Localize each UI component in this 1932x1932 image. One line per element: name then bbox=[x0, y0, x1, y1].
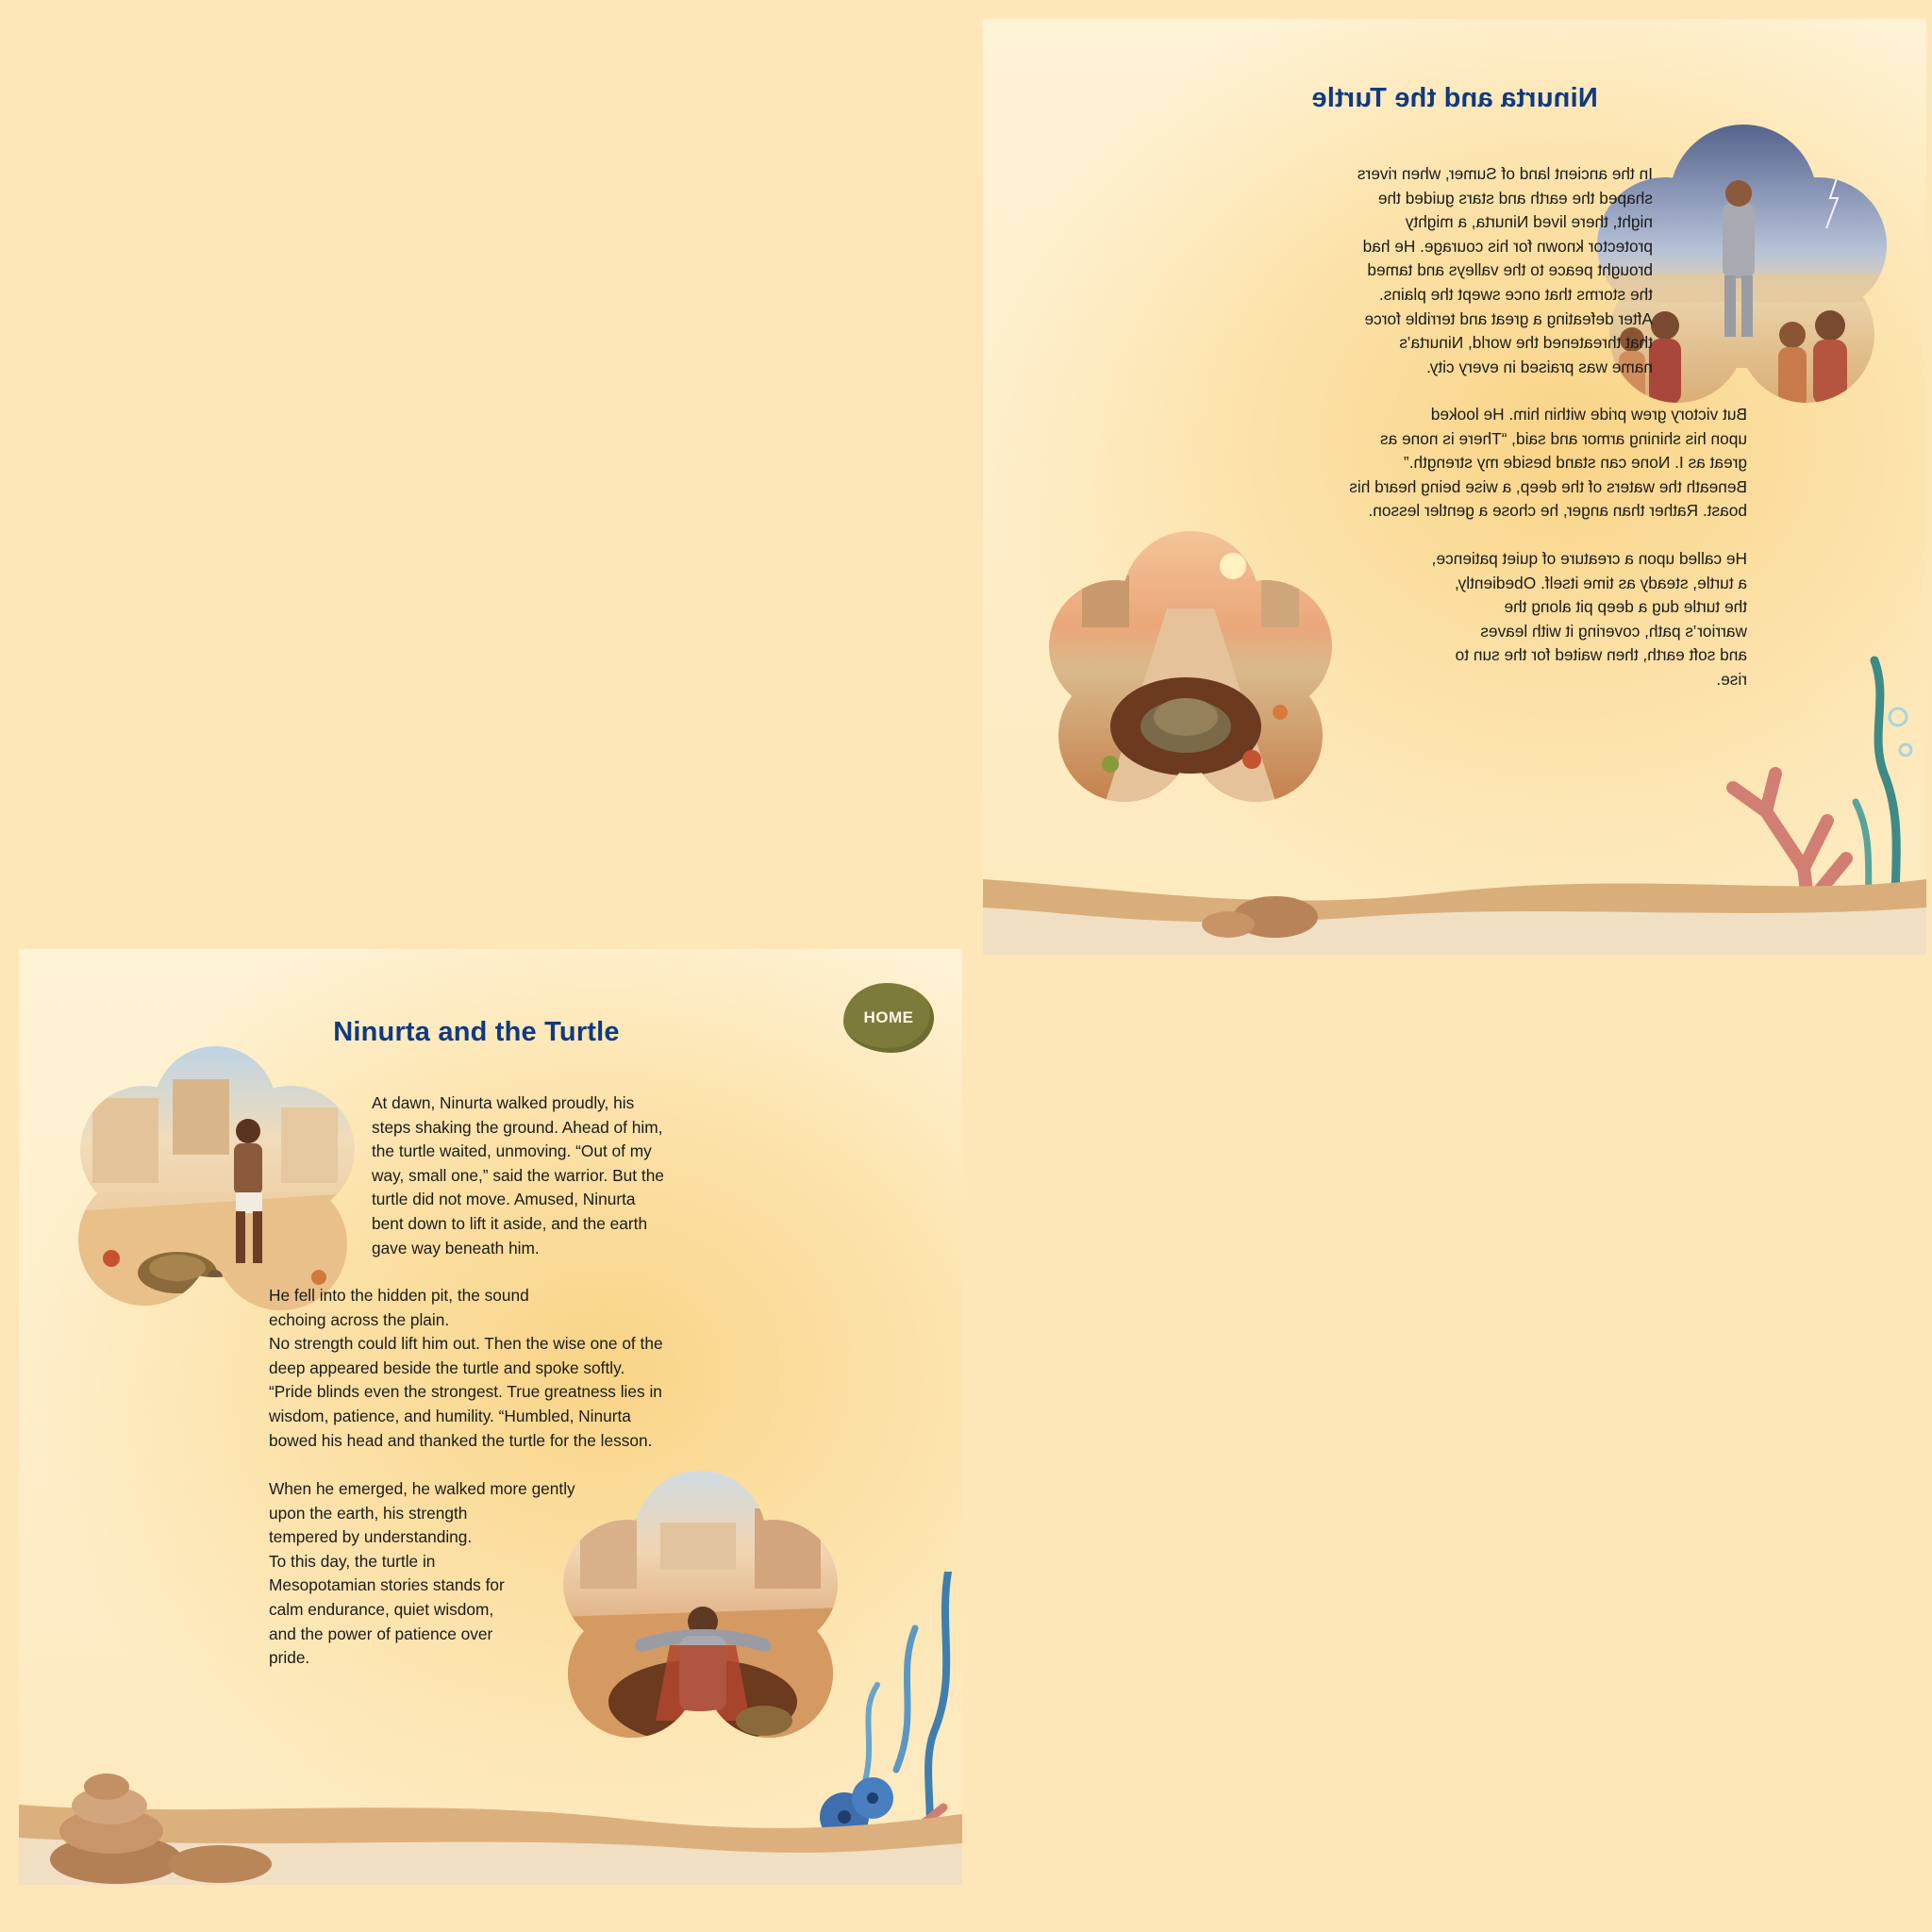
paragraph-2: But victory grew pride within him. He lo… bbox=[1349, 405, 1747, 521]
sand-ground bbox=[983, 879, 1926, 955]
home-button-label: HOME bbox=[863, 1008, 914, 1026]
story-page-1: Ninurta and the Turtle In the ancient la… bbox=[983, 19, 1926, 955]
paragraph-3: He called upon a creature of quiet patie… bbox=[1431, 549, 1747, 689]
paragraph-1: In the ancient land of Sumer, when river… bbox=[1357, 164, 1653, 376]
story-page-2: Ninurta and the Turtle HOME At dawn, Nin… bbox=[19, 949, 962, 1885]
mirrored-page-content: Ninurta and the Turtle In the ancient la… bbox=[983, 19, 1926, 955]
illustration-turtle-pit bbox=[1044, 524, 1337, 816]
rocks-decoration bbox=[50, 1774, 272, 1884]
paragraph-2: He fell into the hidden pit, the sound e… bbox=[269, 1286, 663, 1450]
home-button[interactable]: HOME bbox=[843, 983, 934, 1053]
paragraph-1: At dawn, Ninurta walked proudly, his ste… bbox=[372, 1093, 664, 1257]
page-title: Ninurta and the Turtle bbox=[1311, 83, 1598, 113]
illustration-ninurta-approaching bbox=[74, 1041, 366, 1324]
